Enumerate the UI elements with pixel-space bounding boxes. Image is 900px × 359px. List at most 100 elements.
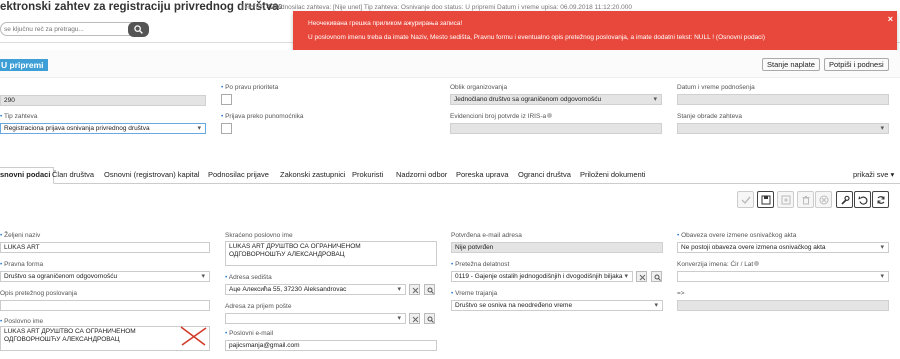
potpisi-podnesi-button[interactable]: Potpiši i podnesi (824, 58, 889, 71)
oblik-select[interactable]: Jednočlano društvo sa ograničenom odgovo… (450, 94, 662, 105)
konverzija-select[interactable] (677, 271, 889, 282)
tab-bar: snovni podaci Član društva Osnovni (regi… (0, 166, 900, 184)
adresa-posta-label: Adresa za prijem pošte (225, 303, 292, 310)
refresh-icon (877, 196, 885, 204)
email-label: • Poslovni e-mail (225, 330, 274, 337)
tab-prilozeni-dokumenti[interactable]: Priloženi dokumenti (580, 170, 645, 179)
arrow-label: => (677, 290, 685, 297)
evid-field (450, 123, 662, 134)
undo-icon (858, 196, 868, 205)
request-meta: Podnosilac zahteva: [Nije unet] Tip zaht… (273, 4, 633, 11)
clear-icon (412, 287, 419, 294)
search-icon (427, 316, 434, 323)
adresa-sedista-select[interactable]: Аце Алексића 55, 37230 Aleksandrovac (225, 284, 406, 295)
search-box (0, 22, 145, 36)
skraceno-textarea[interactable]: LUKAS ART ДРУШТВО СА ОГРАНИЧЕНОМ ОДГОВОР… (225, 241, 437, 266)
oblik-label: Oblik organizovanja (450, 84, 508, 91)
clear-icon (412, 316, 419, 323)
check-icon (741, 196, 751, 205)
status-badge: U pripremi (0, 59, 48, 71)
save-button[interactable] (757, 191, 774, 208)
help-icon[interactable] (754, 261, 760, 266)
trash-icon (802, 196, 810, 205)
prijava-checkbox[interactable] (221, 123, 232, 134)
adresa-clear-button[interactable] (409, 284, 420, 295)
tip-zahteva-select[interactable]: Registraciona prijava osnivanja privredn… (0, 123, 206, 134)
confirm-button[interactable] (737, 191, 754, 208)
cancel-icon (819, 195, 829, 205)
pravna-forma-select[interactable]: Društvo sa ograničenom odgovornošću (0, 271, 210, 282)
posta-clear-button[interactable] (409, 313, 420, 324)
potvrdjena-label: Potvrđena e-mail adresa (451, 232, 522, 239)
delete-button[interactable] (797, 191, 814, 208)
page-title: ektronski zahtev za registraciju privred… (0, 1, 279, 13)
konverzija-label: Konverzija imena: Ćir / Lat (677, 261, 760, 268)
stanje-naplate-button[interactable]: Stanje naplate (762, 58, 820, 71)
zeljeni-naziv-input[interactable]: LUKAS ART (0, 242, 210, 253)
stanje-label: Stanje obrade zahteva (677, 113, 743, 120)
obaveza-label: • Obaveza overe izmene osnivačkog akta (677, 232, 797, 239)
search-input[interactable] (1, 23, 121, 35)
skraceno-label: Skraćeno poslovno ime (225, 232, 293, 239)
tab-clan-drustva[interactable]: Član društva (52, 170, 94, 179)
help-icon[interactable] (547, 113, 553, 118)
potvrdjena-field: Nije potvrđen (451, 242, 663, 253)
pretezna-clear-button[interactable] (636, 271, 647, 282)
tab-nadzorni-odbor[interactable]: Nadzorni odbor (396, 170, 447, 179)
tab-osnovni-podaci[interactable]: snovni podaci (0, 167, 55, 184)
undo-button[interactable] (854, 191, 871, 208)
datum-field (677, 94, 889, 105)
show-all-tabs[interactable]: prikaži sve ▾ (853, 170, 894, 179)
opis-input[interactable] (0, 300, 210, 311)
tab-prokuristi[interactable]: Prokuristi (352, 170, 383, 179)
po-pravu-checkbox[interactable] (221, 94, 232, 105)
adresa-search-button[interactable] (424, 284, 435, 295)
cancel-button[interactable] (815, 191, 832, 208)
wrench-icon (841, 195, 850, 205)
alert-close-button[interactable]: × (888, 14, 893, 24)
search-icon (427, 287, 434, 294)
email-input[interactable]: pajicsmanja@gmail.com (225, 340, 437, 351)
alert-title: Неочекивана грешка приликом ажурирања за… (308, 20, 463, 27)
tab-podnosilac[interactable]: Podnosilac prijave (208, 170, 269, 179)
tab-poreska-uprava[interactable]: Poreska uprava (456, 170, 509, 179)
clear-icon (639, 274, 646, 281)
search-icon (134, 25, 143, 34)
pretezna-select[interactable]: 0119 - Gajenje ostalih jednogodišnjih i … (451, 271, 633, 282)
converted-name-field (677, 300, 889, 311)
adresa-posta-select[interactable] (225, 313, 406, 324)
search-icon (654, 274, 661, 281)
tip-zahteva-label: • Tip zahteva (0, 113, 38, 120)
pretezna-label: • Pretežna delatnost (451, 261, 510, 268)
prijava-label: • Prijava preko punomoćnika (221, 113, 304, 120)
add-button[interactable] (777, 191, 794, 208)
refid-field: 290 (0, 95, 206, 106)
tab-zakonski-zastupnici[interactable]: Zakonski zastupnici (280, 170, 345, 179)
po-pravu-label: • Po pravu prioriteta (221, 84, 279, 91)
opis-label: Opis pretežnog poslovanja (0, 290, 77, 297)
refresh-button[interactable] (872, 191, 889, 208)
poslovno-ime-label: • Poslovno ime (0, 318, 44, 325)
evid-label: Evidencioni broj potvrde iz IRIS-a (450, 113, 553, 120)
tools-button[interactable] (836, 191, 853, 208)
chevron-down-icon: ▾ (890, 170, 895, 179)
adresa-sedista-label: • Adresa sedišta (225, 274, 272, 281)
datum-label: Datum i vreme podnošenja (677, 84, 755, 91)
save-icon (761, 195, 771, 205)
posta-search-button[interactable] (424, 313, 435, 324)
tab-osnovni-kapital[interactable]: Osnovni (registrovan) kapital (104, 170, 199, 179)
pravna-forma-label: • Pravna forma (0, 261, 44, 268)
pretezna-search-button[interactable] (651, 271, 662, 282)
vreme-label: • Vreme trajanja (451, 290, 498, 297)
obaveza-select[interactable]: Ne postoji obaveza overe izmena osnivačk… (677, 242, 889, 253)
search-button[interactable] (128, 22, 149, 37)
skraceno-text: LUKAS ART ДРУШТВО СА ОГРАНИЧЕНОМ ОДГОВОР… (229, 243, 361, 258)
tab-ogranci[interactable]: Ogranci društva (518, 170, 571, 179)
vreme-select[interactable]: Društvo se osniva na neodređeno vreme (451, 300, 663, 311)
plus-icon (781, 195, 791, 205)
stanje-select[interactable] (677, 123, 889, 134)
zeljeni-naziv-label: • Željeni naziv (0, 232, 41, 239)
red-cross-mark (180, 326, 207, 346)
alert-message: U poslovnom imenu treba da imate Naziv, … (308, 34, 766, 41)
poslovno-ime-text: LUKAS ART ДРУШТВО СА ОГРАНИЧЕНОМ ОДГОВОР… (4, 328, 136, 343)
